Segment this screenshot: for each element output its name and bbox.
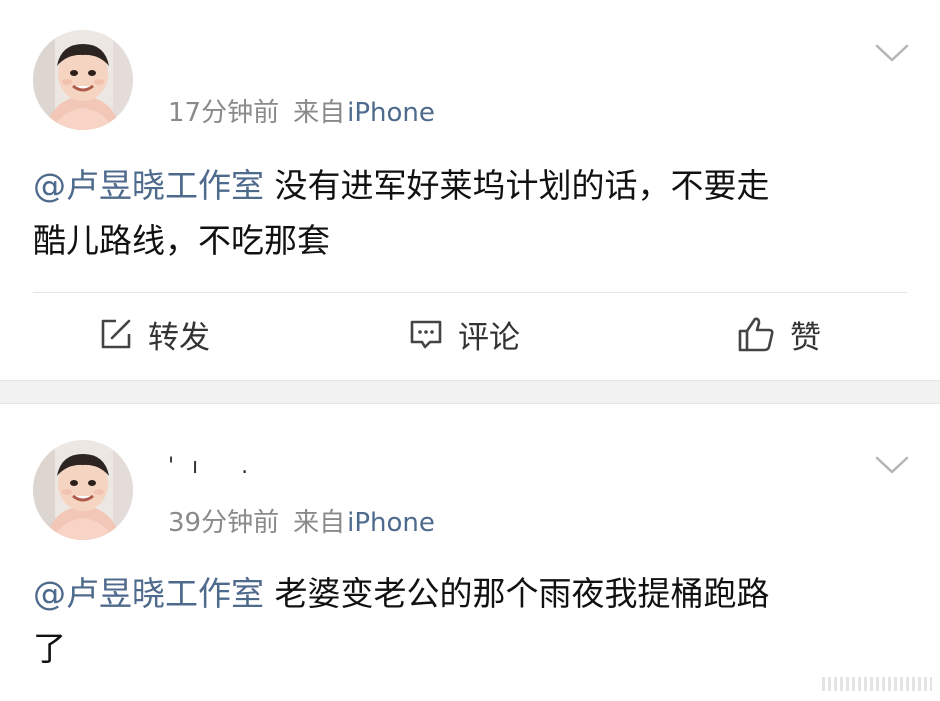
divider xyxy=(33,292,907,293)
avatar-child-photo-icon xyxy=(33,440,133,540)
post-content: @卢昱晓工作室 老婆变老公的那个雨夜我提桶跑路了 xyxy=(33,566,903,676)
source-prefix: 来自 xyxy=(293,508,346,538)
post-text-line1: 没有进军好莱坞计划的话，不要走 xyxy=(264,166,770,205)
comment-bubble-icon xyxy=(408,316,444,352)
post-text-line2: 了 xyxy=(33,629,66,668)
source-app: iPhone xyxy=(347,508,435,538)
post-content: @卢昱晓工作室 没有进军好莱坞计划的话，不要走酷儿路线，不吃那套 xyxy=(33,158,903,268)
watermark xyxy=(822,677,932,691)
chevron-down-icon xyxy=(875,456,909,474)
source-prefix: 来自 xyxy=(293,98,346,128)
post-menu-button[interactable] xyxy=(874,42,910,64)
like-label: 赞 xyxy=(790,319,821,356)
like-button[interactable]: 赞 xyxy=(736,312,821,356)
comment-label: 评论 xyxy=(458,319,520,356)
weibo-post: 'ı . 39分钟前 来自iPhone @卢昱晓工作室 老婆变老公的那个雨夜我提桶… xyxy=(0,404,940,701)
avatar[interactable] xyxy=(33,440,133,540)
post-text-line2: 酷儿路线，不吃那套 xyxy=(33,221,330,260)
comment-button[interactable]: 评论 xyxy=(408,312,520,356)
avatar-child-photo-icon xyxy=(33,30,133,130)
chevron-down-icon xyxy=(875,44,909,62)
repost-button[interactable]: 转发 xyxy=(98,312,210,356)
post-menu-button[interactable] xyxy=(874,454,910,476)
mention-link[interactable]: @卢昱晓工作室 xyxy=(33,166,264,205)
username[interactable]: 'ı . xyxy=(168,454,266,479)
edit-square-icon xyxy=(98,316,134,352)
post-text-line1: 老婆变老公的那个雨夜我提桶跑路 xyxy=(264,574,770,613)
post-meta: 39分钟前 来自iPhone xyxy=(168,502,435,539)
avatar[interactable] xyxy=(33,30,133,130)
repost-label: 转发 xyxy=(148,319,210,356)
source-app: iPhone xyxy=(347,98,435,128)
post-meta: 17分钟前 来自iPhone xyxy=(168,92,435,129)
post-separator xyxy=(0,380,940,404)
thumbs-up-icon xyxy=(736,315,776,353)
mention-link[interactable]: @卢昱晓工作室 xyxy=(33,574,264,613)
weibo-post: 17分钟前 来自iPhone @卢昱晓工作室 没有进军好莱坞计划的话，不要走酷儿路… xyxy=(0,0,940,380)
post-time: 17分钟前 xyxy=(168,98,280,128)
post-time: 39分钟前 xyxy=(168,508,280,538)
